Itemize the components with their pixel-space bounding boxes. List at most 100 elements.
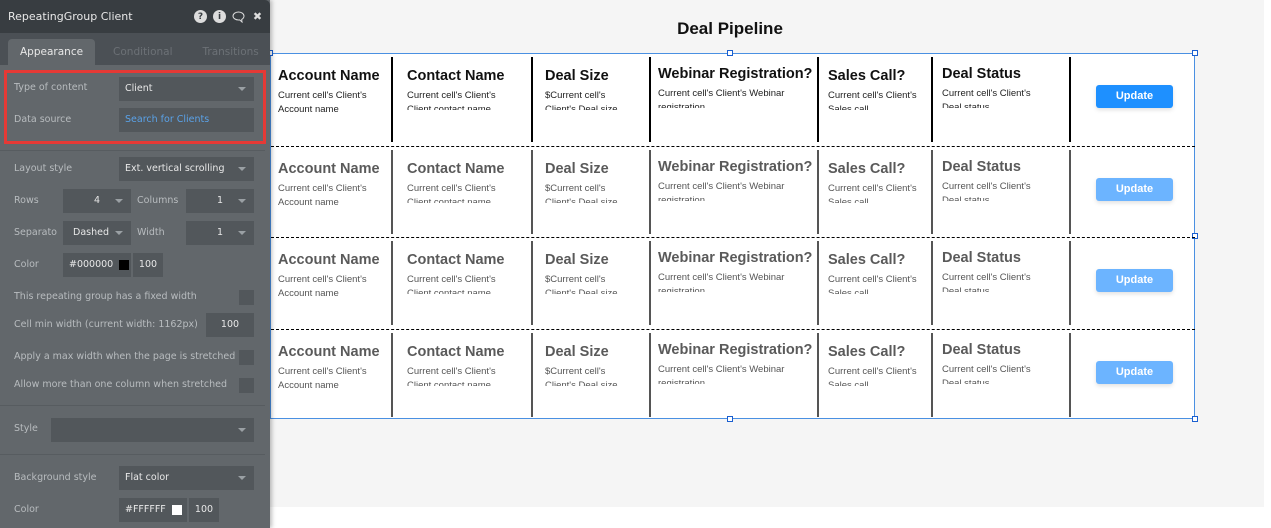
column-divider [931, 57, 933, 142]
column-divider [931, 241, 933, 325]
cell-column[interactable]: Webinar Registration? Current cell's Clie… [658, 54, 812, 145]
max-width-checkbox[interactable] [239, 350, 254, 365]
cell-column[interactable]: Deal Size $Current cell's Client's Deal s… [545, 238, 635, 328]
dynamic-text: Current cell's Client's Account name [278, 90, 367, 115]
repeating-group-client[interactable]: Account Name Current cell's Client's Acco… [267, 50, 1198, 422]
column-divider [817, 332, 819, 417]
update-button[interactable]: Update [1096, 177, 1173, 201]
cell-column[interactable]: Webinar Registration? Current cell's Clie… [658, 147, 812, 237]
style-dropdown[interactable] [51, 418, 254, 442]
dynamic-text: Current cell's Client's Deal status [942, 88, 1031, 108]
chevron-down-icon [115, 231, 123, 235]
table-row[interactable]: Account Name Current cell's Client's Acco… [271, 328, 1195, 420]
tab-transitions[interactable]: Transitions [191, 39, 271, 65]
tab-appearance[interactable]: Appearance [8, 39, 96, 65]
cell-column[interactable]: Account Name Current cell's Client's Acco… [278, 54, 388, 145]
cell-column[interactable]: Deal Size $Current cell's Client's Deal s… [545, 54, 635, 145]
separator-opacity-input[interactable]: 100 [133, 253, 163, 277]
cell-column[interactable]: Deal Size $Current cell's Client's Deal s… [545, 147, 635, 237]
column-heading: Contact Name [407, 68, 505, 84]
column-divider [649, 241, 651, 325]
column-heading: Deal Size [545, 160, 609, 177]
color-swatch[interactable] [171, 504, 182, 515]
cell-column[interactable]: Deal Status Current cell's Client's Deal … [942, 147, 1052, 237]
cell-column[interactable]: Deal Size $Current cell's Client's Deal s… [545, 330, 635, 420]
column-heading: Sales Call? [828, 343, 906, 360]
cell-column[interactable]: Contact Name Current cell's Client's Clie… [407, 330, 522, 420]
column-divider [649, 149, 651, 234]
help-icon[interactable]: ? [194, 10, 207, 23]
info-icon[interactable]: i [213, 10, 226, 23]
color-swatch[interactable] [119, 259, 130, 270]
dynamic-text: Current cell's Client's Webinar registra… [658, 180, 785, 201]
separator-color-hex: #000000 [69, 259, 114, 270]
cell-column[interactable]: Deal Status Current cell's Client's Deal … [942, 54, 1052, 145]
chevron-down-icon [238, 476, 246, 480]
cell-min-width-input[interactable]: 100 [206, 313, 254, 337]
dynamic-text: $Current cell's Client's Deal size [545, 274, 618, 294]
multi-column-label: Allow more than one column when stretche… [14, 379, 228, 390]
dynamic-text: Current cell's Client's Webinar registra… [658, 88, 785, 108]
column-heading: Account Name [278, 252, 380, 268]
separator-dropdown[interactable]: Dashed [63, 221, 131, 245]
page-title[interactable]: Deal Pipeline [600, 19, 860, 39]
divider [0, 405, 265, 406]
table-row[interactable]: Account Name Current cell's Client's Acco… [271, 54, 1195, 145]
dynamic-text: Current cell's Client's Webinar registra… [658, 363, 785, 384]
column-heading: Deal Status [942, 341, 1021, 358]
background-color-input[interactable]: #FFFFFF [119, 498, 187, 522]
dynamic-text: Current cell's Client's Account name [278, 365, 367, 391]
background-style-dropdown[interactable]: Flat color [119, 466, 254, 490]
table-row[interactable]: Account Name Current cell's Client's Acco… [271, 237, 1195, 328]
chevron-down-icon [238, 87, 246, 91]
rows-dropdown[interactable]: 4 [63, 189, 131, 213]
multi-column-checkbox[interactable] [239, 378, 254, 393]
update-button[interactable]: Update [1096, 360, 1173, 384]
layout-style-label: Layout style [14, 163, 73, 174]
cell-column[interactable]: Sales Call? Current cell's Client's Sales… [828, 147, 928, 237]
data-source-input[interactable]: Search for Clients [119, 108, 254, 132]
cell-column[interactable]: Account Name Current cell's Client's Acco… [278, 238, 388, 328]
cell-column[interactable]: Sales Call? Current cell's Client's Sales… [828, 238, 928, 328]
columns-dropdown[interactable]: 1 [186, 189, 254, 213]
cell-column[interactable]: Sales Call? Current cell's Client's Sales… [828, 54, 928, 145]
comment-icon[interactable] [232, 10, 245, 23]
rows-value: 4 [93, 195, 101, 206]
background-opacity-input[interactable]: 100 [189, 498, 219, 522]
column-heading: Deal Size [545, 252, 609, 268]
dynamic-text: Current cell's Client's Sales call [828, 365, 917, 386]
cell-column[interactable]: Webinar Registration? Current cell's Clie… [658, 330, 812, 420]
table-row[interactable]: Account Name Current cell's Client's Acco… [271, 145, 1195, 237]
close-icon[interactable]: ✖ [251, 10, 264, 23]
column-divider [1069, 57, 1071, 142]
cell-column[interactable]: Webinar Registration? Current cell's Clie… [658, 238, 812, 328]
cell-min-width-label: Cell min width (current width: 1162px) [14, 319, 198, 330]
column-divider [931, 332, 933, 417]
dynamic-text: $Current cell's Client's Deal size [545, 365, 618, 386]
dynamic-text: Current cell's Client's Client contact n… [407, 90, 496, 110]
cell-column[interactable]: Account Name Current cell's Client's Acco… [278, 147, 388, 237]
fixed-width-checkbox[interactable] [239, 290, 254, 305]
update-button[interactable]: Update [1096, 269, 1173, 292]
layout-style-dropdown[interactable]: Ext. vertical scrolling [119, 157, 254, 181]
column-divider [531, 332, 533, 417]
update-button[interactable]: Update [1096, 85, 1173, 108]
column-heading: Sales Call? [828, 252, 906, 268]
column-heading: Deal Status [942, 158, 1021, 175]
cell-column[interactable]: Contact Name Current cell's Client's Clie… [407, 54, 522, 145]
cell-column[interactable]: Deal Status Current cell's Client's Deal … [942, 330, 1052, 420]
cell-column[interactable]: Contact Name Current cell's Client's Clie… [407, 238, 522, 328]
type-of-content-label: Type of content [14, 82, 88, 93]
cell-column[interactable]: Account Name Current cell's Client's Acco… [278, 330, 388, 420]
panel-title: RepeatingGroup Client [8, 10, 133, 23]
type-of-content-dropdown[interactable]: Client [119, 77, 254, 101]
column-heading: Deal Status [942, 66, 1021, 82]
cell-column[interactable]: Sales Call? Current cell's Client's Sales… [828, 330, 928, 420]
separator-color-input[interactable]: #000000 [63, 253, 131, 277]
cell-column[interactable]: Contact Name Current cell's Client's Clie… [407, 147, 522, 237]
cell-column[interactable]: Deal Status Current cell's Client's Deal … [942, 238, 1052, 328]
width-dropdown[interactable]: 1 [186, 221, 254, 245]
separator-value: Dashed [73, 227, 109, 238]
tab-conditional[interactable]: Conditional [101, 39, 184, 65]
column-divider [817, 149, 819, 234]
